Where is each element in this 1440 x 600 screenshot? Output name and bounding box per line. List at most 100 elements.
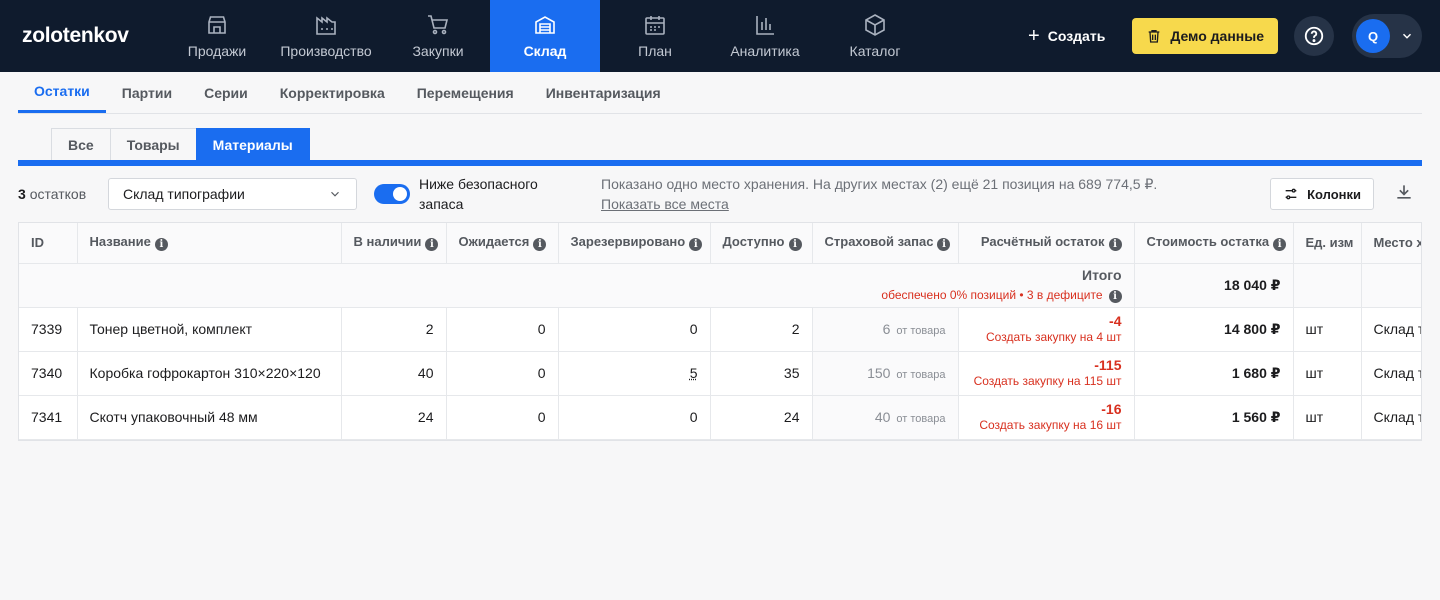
chevron-down-icon — [331, 191, 339, 197]
table-row[interactable]: 7339 Тонер цветной, комплект 2 0 0 2 6 от… — [19, 307, 1421, 352]
nav-production[interactable]: Производство — [266, 0, 386, 72]
cell-expected: 0 — [446, 395, 559, 440]
cell-name[interactable]: Скотч упаковочный 48 мм — [77, 395, 342, 440]
info-icon[interactable]: i — [1108, 238, 1122, 252]
cell-id: 7339 — [19, 307, 78, 352]
tab-batches[interactable]: Партии — [106, 72, 188, 113]
download-button[interactable] — [1394, 182, 1414, 205]
warehouse-icon — [535, 16, 555, 34]
nav-label: Закупки — [412, 43, 464, 59]
info-icon[interactable]: i — [533, 238, 547, 252]
total-row: Итого обеспечено 0% позиций • 3 в дефици… — [19, 263, 1421, 308]
tab-series[interactable]: Серии — [188, 72, 264, 113]
nav-label: Каталог — [849, 43, 901, 59]
filter-goods[interactable]: Товары — [109, 128, 197, 160]
table-header: ID Название i В наличии i Ожидается i Зарез… — [19, 223, 1421, 264]
info-icon[interactable]: i — [1108, 290, 1122, 303]
col-stock[interactable]: В наличии i — [341, 223, 447, 264]
create-purchase-link[interactable]: Создать закупку на 115 шт — [971, 373, 1122, 389]
nav-plan[interactable]: План — [600, 0, 710, 72]
table-row[interactable]: 7340 Коробка гофрокартон 310×220×120 40 … — [19, 351, 1421, 396]
info-icon[interactable]: i — [1273, 238, 1287, 252]
info-icon[interactable]: i — [154, 238, 168, 252]
nav-label: Производство — [280, 43, 372, 59]
demo-label: Демо данные — [1170, 28, 1264, 44]
tab-transfers[interactable]: Перемещения — [401, 72, 530, 113]
info-icon[interactable]: i — [937, 238, 951, 252]
calendar-icon — [645, 16, 665, 35]
show-all-link[interactable]: Показать все места — [601, 196, 729, 212]
store-icon — [208, 16, 226, 34]
col-safety-stock[interactable]: Страховой запас i — [812, 223, 959, 264]
chevron-down-icon — [1402, 33, 1412, 39]
help-button[interactable] — [1294, 16, 1334, 56]
nav-label: Склад — [523, 43, 567, 59]
info-icon[interactable]: i — [689, 238, 703, 252]
cell-stock: 24 — [341, 395, 447, 440]
create-button[interactable]: + Создать — [1028, 26, 1105, 46]
filter-all[interactable]: Все — [51, 128, 111, 160]
col-available[interactable]: Доступно i — [710, 223, 813, 264]
filter-materials[interactable]: Материалы — [195, 128, 310, 160]
cell-calc: -4 Создать закупку на 4 шт — [958, 307, 1135, 352]
warehouse-select[interactable]: Склад типографии — [108, 178, 357, 210]
cell-cost: 14 800 ₽ — [1134, 307, 1294, 352]
logo[interactable]: zolotenkov — [0, 0, 168, 72]
create-purchase-link[interactable]: Создать закупку на 16 шт — [971, 417, 1121, 433]
col-reserved[interactable]: Зарезервировано i — [558, 223, 711, 264]
col-expected[interactable]: Ожидается i — [446, 223, 559, 264]
cell-calc: -16 Создать закупку на 16 шт — [958, 395, 1135, 440]
col-cost[interactable]: Стоимость остатка i — [1134, 223, 1294, 264]
nav-label: Аналитика — [730, 43, 800, 59]
cell-available: 2 — [710, 307, 813, 352]
sliders-icon — [1285, 188, 1297, 200]
demo-data-button[interactable]: Демо данные — [1132, 18, 1278, 54]
empty-cell — [1293, 263, 1362, 308]
cell-calc: -115 Создать закупку на 115 шт — [958, 351, 1135, 396]
user-menu[interactable]: Q — [1352, 14, 1422, 58]
columns-button[interactable]: Колонки — [1270, 178, 1374, 210]
tab-stock[interactable]: Остатки — [18, 72, 106, 113]
nav-label: План — [638, 43, 672, 59]
nav-catalog[interactable]: Каталог — [820, 0, 930, 72]
subtabs: Остатки Партии Серии Корректировка Перем… — [18, 72, 1422, 114]
cart-icon — [428, 15, 449, 35]
cell-reserved[interactable]: 5 — [558, 351, 711, 396]
tab-inventory[interactable]: Инвентаризация — [530, 72, 677, 113]
nav-purchases[interactable]: Закупки — [386, 0, 490, 72]
row-count: 3 остатков — [18, 186, 87, 202]
below-safety-toggle[interactable] — [374, 184, 410, 204]
cell-available: 35 — [710, 351, 813, 396]
cell-unit: шт — [1293, 351, 1362, 396]
col-name[interactable]: Название i — [77, 223, 342, 264]
info-icon[interactable]: i — [425, 238, 439, 252]
cell-cost: 1 560 ₽ — [1134, 395, 1294, 440]
create-label: Создать — [1047, 28, 1106, 44]
col-id[interactable]: ID — [19, 223, 78, 264]
col-place[interactable]: Место хранения — [1361, 223, 1421, 264]
toggle-label: Ниже безопасного запаса — [419, 176, 538, 212]
cell-available: 24 — [710, 395, 813, 440]
stock-table-container: ID Название i В наличии i Ожидается i Зарез… — [18, 222, 1422, 441]
nav-warehouse[interactable]: Склад — [490, 0, 600, 72]
create-purchase-link[interactable]: Создать закупку на 4 шт — [971, 329, 1121, 345]
stock-table: ID Название i В наличии i Ожидается i Зарез… — [19, 223, 1421, 440]
cell-place: Склад типографии — [1361, 395, 1421, 440]
cell-place: Склад типографии — [1361, 307, 1421, 352]
cell-name[interactable]: Тонер цветной, комплект — [77, 307, 342, 352]
table-row[interactable]: 7341 Скотч упаковочный 48 мм 24 0 0 24 4… — [19, 395, 1421, 440]
cell-safety: 6 от товара — [812, 307, 959, 352]
cell-name[interactable]: Коробка гофрокартон 310×220×120 — [77, 351, 342, 396]
toolbar: 3 остатков Склад типографии Ниже безопас… — [18, 166, 1422, 222]
nav-sales[interactable]: Продажи — [168, 0, 266, 72]
info-icon[interactable]: i — [788, 238, 802, 252]
col-unit[interactable]: Ед. изм — [1293, 223, 1362, 264]
col-calc-balance[interactable]: Расчётный остаток i — [958, 223, 1135, 264]
box-icon — [865, 14, 885, 36]
info-message: Показано одно место хранения. На других … — [601, 176, 1158, 192]
cell-reserved: 0 — [558, 307, 711, 352]
cell-expected: 0 — [446, 351, 559, 396]
plus-icon: + — [1028, 25, 1040, 47]
nav-analytics[interactable]: Аналитика — [710, 0, 820, 72]
tab-adjustment[interactable]: Корректировка — [264, 72, 401, 113]
